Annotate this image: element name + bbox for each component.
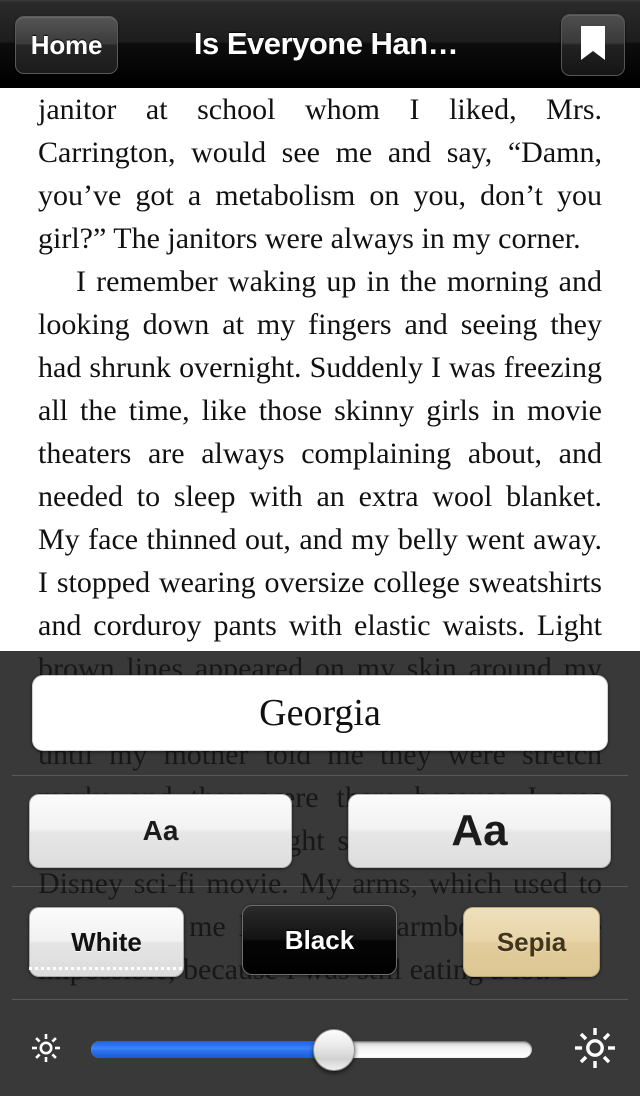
theme-button-black[interactable]: Black xyxy=(242,905,397,975)
theme-row: White Black Sepia xyxy=(0,887,640,999)
bookmark-icon xyxy=(580,25,606,66)
decrease-font-size-button[interactable]: Aa xyxy=(29,794,292,868)
increase-font-size-button[interactable]: Aa xyxy=(348,794,611,868)
theme-label-sepia: Sepia xyxy=(496,926,567,957)
page-title: Is Everyone Han… xyxy=(193,26,459,61)
reader-app: Home Is Everyone Han… janitor at school … xyxy=(0,0,640,1096)
navigation-bar: Home Is Everyone Han… xyxy=(0,0,640,88)
font-name-label: Georgia xyxy=(259,692,381,734)
sun-large-icon xyxy=(573,1026,617,1075)
selected-theme-indicator xyxy=(29,967,184,970)
theme-button-sepia[interactable]: Sepia xyxy=(463,907,600,977)
font-name-row: Georgia xyxy=(0,651,640,775)
brightness-slider-knob[interactable] xyxy=(312,1029,355,1071)
home-button[interactable]: Home xyxy=(15,16,118,74)
paragraph: janitor at school whom I liked, Mrs. Car… xyxy=(38,93,602,255)
brightness-slider-fill xyxy=(91,1041,334,1058)
increase-font-size-label: Aa xyxy=(451,806,508,855)
theme-label-black: Black xyxy=(284,924,355,955)
sun-small-icon xyxy=(30,1032,62,1069)
font-name-button[interactable]: Georgia xyxy=(32,675,608,751)
brightness-slider[interactable] xyxy=(91,1029,532,1071)
home-button-label: Home xyxy=(30,29,103,60)
font-size-row: Aa Aa xyxy=(0,776,640,886)
theme-label-white: White xyxy=(71,926,142,957)
brightness-row xyxy=(0,1000,640,1096)
bookmark-button[interactable] xyxy=(561,14,625,76)
reader-settings-panel: Georgia Aa Aa White Black Sepia xyxy=(0,651,640,1096)
decrease-font-size-label: Aa xyxy=(142,815,179,846)
